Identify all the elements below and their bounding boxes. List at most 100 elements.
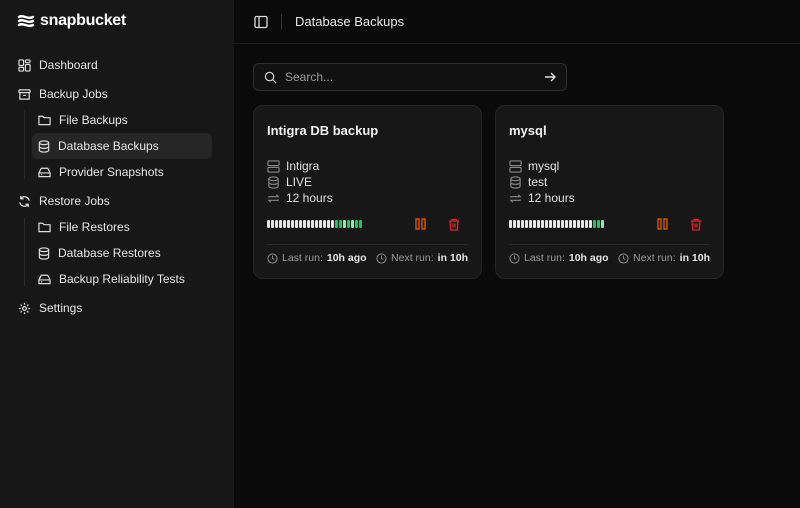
backup-job-card[interactable]: Intigra DB backup Intigra LIVE 12 hours …: [253, 105, 482, 279]
run-history-bar[interactable]: [549, 220, 552, 228]
sidebar-item-backup-reliability-tests[interactable]: Backup Reliability Tests: [32, 266, 212, 292]
sidebar-item-dashboard[interactable]: Dashboard: [12, 52, 212, 78]
run-history-bar[interactable]: [335, 220, 338, 228]
run-history-bar[interactable]: [525, 220, 528, 228]
run-history-bar[interactable]: [581, 220, 584, 228]
sidebar-item-file-restores[interactable]: File Restores: [32, 214, 212, 240]
run-history-bar[interactable]: [303, 220, 306, 228]
run-history-bar[interactable]: [545, 220, 548, 228]
folder-icon: [38, 115, 51, 126]
sidebar-item-label: Dashboard: [39, 58, 98, 72]
run-history-bar[interactable]: [307, 220, 310, 228]
server-row: Intigra: [267, 158, 468, 174]
run-history-bar[interactable]: [537, 220, 540, 228]
server-name: Intigra: [286, 159, 320, 173]
refresh-icon: [19, 195, 30, 207]
schedule: 12 hours: [528, 191, 575, 205]
database-icon: [38, 246, 50, 260]
trash-icon[interactable]: [448, 218, 460, 231]
database-name: LIVE: [286, 175, 313, 189]
backup-job-card[interactable]: mysql mysql test 12 hours Last run: 10h a…: [495, 105, 724, 279]
run-history-bar[interactable]: [529, 220, 532, 228]
run-history-bar[interactable]: [597, 220, 600, 228]
run-history-bar[interactable]: [287, 220, 290, 228]
run-history-bar[interactable]: [331, 220, 334, 228]
run-history-bar[interactable]: [347, 220, 350, 228]
database-row: test: [509, 174, 710, 190]
run-history-bar[interactable]: [573, 220, 576, 228]
run-history-bar[interactable]: [319, 220, 322, 228]
run-history-bar[interactable]: [577, 220, 580, 228]
run-history-bar[interactable]: [569, 220, 572, 228]
sidebar-item-database-restores[interactable]: Database Restores: [32, 240, 212, 266]
sidebar-item-label: Database Backups: [58, 139, 159, 153]
run-history-bar[interactable]: [299, 220, 302, 228]
arrow-right-icon[interactable]: [544, 71, 556, 83]
trash-icon[interactable]: [690, 218, 702, 231]
run-history-bar[interactable]: [513, 220, 516, 228]
search-input[interactable]: [285, 70, 536, 84]
sidebar-item-label: File Backups: [59, 113, 128, 127]
server-row: mysql: [509, 158, 710, 174]
server-icon: [267, 159, 280, 173]
run-history-bar[interactable]: [291, 220, 294, 228]
run-history-bar[interactable]: [355, 220, 358, 228]
run-history-bar[interactable]: [593, 220, 596, 228]
run-history-bar[interactable]: [557, 220, 560, 228]
run-history-bar[interactable]: [327, 220, 330, 228]
sidebar-item-provider-snapshots[interactable]: Provider Snapshots: [32, 159, 212, 185]
sidebar-item-label: Backup Jobs: [39, 87, 108, 101]
sidebar-item-backup-jobs[interactable]: Backup Jobs: [12, 81, 212, 107]
page-title: Database Backups: [295, 14, 405, 29]
run-history-bar[interactable]: [315, 220, 318, 228]
sidebar-item-label: Restore Jobs: [39, 194, 110, 208]
run-history-bar[interactable]: [509, 220, 512, 228]
next-run-label: Next run:: [391, 252, 434, 264]
run-history-bar[interactable]: [585, 220, 588, 228]
sidebar-toggle-button[interactable]: [254, 15, 268, 29]
sidebar-item-restore-jobs[interactable]: Restore Jobs: [12, 188, 212, 214]
pause-icon[interactable]: [415, 217, 426, 230]
run-history-bar[interactable]: [283, 220, 286, 228]
run-history-bar[interactable]: [339, 220, 342, 228]
sidebar-toggle-icon: [254, 15, 268, 28]
run-history-bar[interactable]: [521, 220, 524, 228]
run-history: [267, 220, 362, 228]
run-history-bar[interactable]: [351, 220, 354, 228]
sidebar-item-label: Backup Reliability Tests: [59, 272, 185, 286]
run-history-bar[interactable]: [601, 220, 604, 228]
run-history-bar[interactable]: [267, 220, 270, 228]
hard-drive-icon: [38, 274, 51, 285]
run-history-bar[interactable]: [359, 220, 362, 228]
repeat-icon: [267, 193, 280, 203]
run-history-bar[interactable]: [323, 220, 326, 228]
pause-icon[interactable]: [657, 217, 668, 230]
run-history-bar[interactable]: [279, 220, 282, 228]
run-history-bar[interactable]: [533, 220, 536, 228]
database-row: LIVE: [267, 174, 468, 190]
schedule-row: 12 hours: [509, 190, 710, 206]
clock-icon: [509, 252, 520, 264]
schedule-row: 12 hours: [267, 190, 468, 206]
sidebar-item-file-backups[interactable]: File Backups: [32, 107, 212, 133]
next-run: Next run: in 10h: [618, 252, 710, 264]
run-history-bar[interactable]: [553, 220, 556, 228]
logo[interactable]: snapbucket: [17, 12, 126, 30]
sidebar-item-database-backups[interactable]: Database Backups: [32, 133, 212, 159]
run-history-bar[interactable]: [311, 220, 314, 228]
sidebar: snapbucket Dashboard Backup Jobs File Ba…: [0, 0, 234, 508]
run-history-bar[interactable]: [589, 220, 592, 228]
run-history-bar[interactable]: [517, 220, 520, 228]
run-history-bar[interactable]: [565, 220, 568, 228]
run-history-bar[interactable]: [541, 220, 544, 228]
sidebar-item-settings[interactable]: Settings: [12, 295, 212, 321]
run-history-bar[interactable]: [295, 220, 298, 228]
run-history-bar[interactable]: [271, 220, 274, 228]
run-history-bar[interactable]: [561, 220, 564, 228]
grid-icon: [18, 58, 31, 72]
sidebar-item-label: File Restores: [59, 220, 130, 234]
app-name: snapbucket: [40, 12, 126, 29]
search-icon: [264, 71, 277, 84]
run-history-bar[interactable]: [343, 220, 346, 228]
run-history-bar[interactable]: [275, 220, 278, 228]
